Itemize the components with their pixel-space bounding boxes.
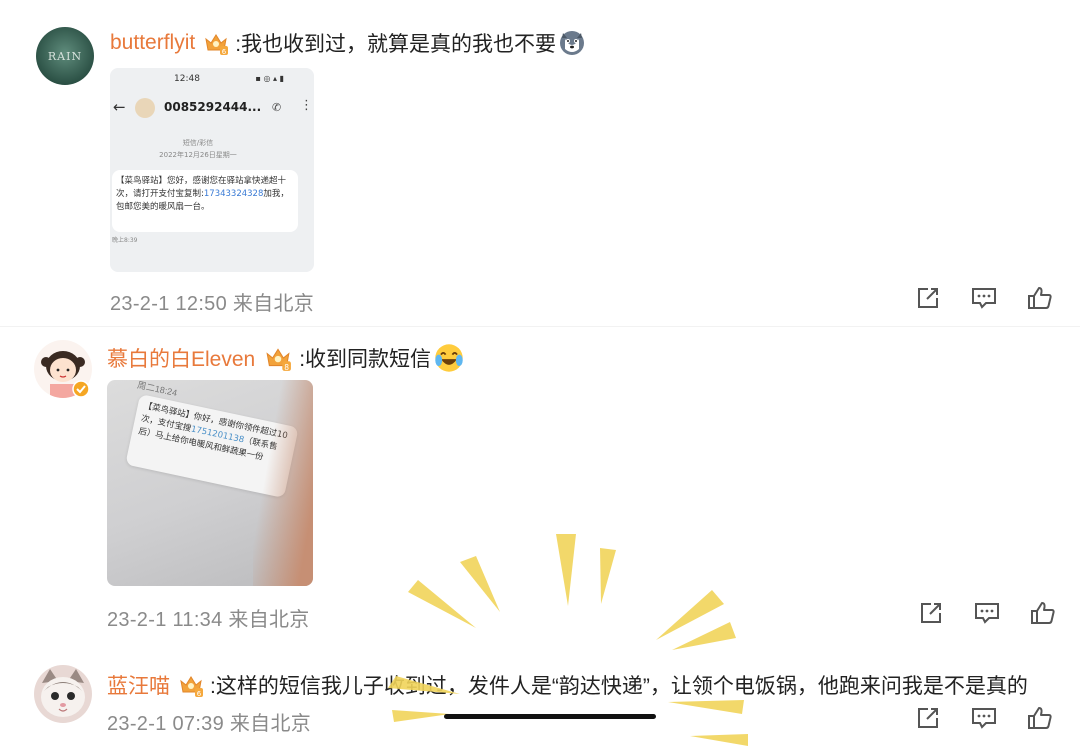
sms-link: 17343324328	[203, 189, 264, 199]
share-icon[interactable]	[914, 704, 942, 732]
vip-crown-badge-icon: 6	[205, 34, 229, 56]
like-icon[interactable]	[1026, 704, 1054, 732]
more-icon: ⋮	[300, 98, 313, 113]
phone-icon: ✆	[272, 101, 282, 114]
vip-crown-badge-icon: 6	[180, 676, 203, 698]
svg-text:8: 8	[284, 363, 289, 372]
contact-avatar-icon	[135, 98, 155, 118]
sms-sent-time: 晚上8:39	[112, 237, 138, 244]
svg-text:6: 6	[197, 690, 202, 698]
avatar[interactable]: RAIN	[36, 27, 94, 85]
svg-text:RAIN: RAIN	[48, 50, 82, 63]
comment-actions	[914, 704, 1054, 732]
avatar[interactable]	[34, 665, 92, 723]
username[interactable]: 蓝汪喵	[107, 670, 170, 700]
comment-image[interactable]: 周二18:24 【菜鸟驿站】你好，感谢你领件超过10次，支付宝搜17512011…	[107, 380, 313, 586]
comment-image[interactable]: 12:48 ▪ ◎ ▴ ▮ ← 0085292444... ✆ ⋮ 短信/彩信 …	[110, 68, 314, 272]
husky-dog-emoji-icon	[560, 31, 585, 55]
status-time: 12:48	[174, 74, 200, 84]
comment-meta: 23-2-1 12:50 来自北京	[110, 293, 315, 315]
comment-actions	[914, 284, 1054, 312]
message-date: 2022年12月26日星期一	[159, 151, 237, 159]
sms-bubble: 【菜鸟驿站】您好，感谢您在驿站拿快递超十次，请打开支付宝复制:173433243…	[112, 170, 298, 232]
avatar-image	[34, 665, 92, 723]
share-icon[interactable]	[917, 599, 945, 627]
comment-meta: 23-2-1 07:39 来自北京	[107, 713, 312, 735]
sender-number: 0085292444...	[164, 100, 262, 114]
back-arrow-icon: ←	[113, 98, 126, 116]
photo-edge	[253, 380, 313, 586]
avatar-image: RAIN	[36, 27, 94, 85]
sms-photo: 周二18:24 【菜鸟驿站】你好，感谢你领件超过10次，支付宝搜17512011…	[107, 380, 313, 586]
comment-icon[interactable]	[970, 704, 998, 732]
sms-screenshot: 12:48 ▪ ◎ ▴ ▮ ← 0085292444... ✆ ⋮ 短信/彩信 …	[110, 68, 314, 272]
comment-icon[interactable]	[970, 284, 998, 312]
comment-meta: 23-2-1 11:34 来自北京	[107, 609, 310, 631]
username[interactable]: 慕白的白Eleven	[107, 343, 255, 373]
verified-badge-icon	[72, 380, 90, 398]
svg-text:6: 6	[222, 48, 227, 56]
share-icon[interactable]	[914, 284, 942, 312]
comment-text: :收到同款短信	[299, 348, 432, 371]
comment-text: :我也收到过，就算是真的我也不要	[235, 33, 557, 56]
home-indicator[interactable]	[444, 714, 656, 719]
divider	[0, 326, 1080, 327]
status-icons: ▪ ◎ ▴ ▮	[255, 74, 284, 83]
like-icon[interactable]	[1029, 599, 1057, 627]
vip-crown-badge-icon: 8	[266, 348, 292, 372]
username[interactable]: butterflyit	[110, 31, 195, 55]
laughing-tears-emoji-icon	[435, 344, 463, 372]
comment-actions	[917, 599, 1057, 627]
comment-text: :这样的短信我儿子收到过，发件人是“韵达快递”，让领个电饭锅，他跑来问我是不是真…	[210, 675, 1028, 698]
comment-icon[interactable]	[973, 599, 1001, 627]
like-icon[interactable]	[1026, 284, 1054, 312]
message-type-label: 短信/彩信	[182, 139, 214, 147]
